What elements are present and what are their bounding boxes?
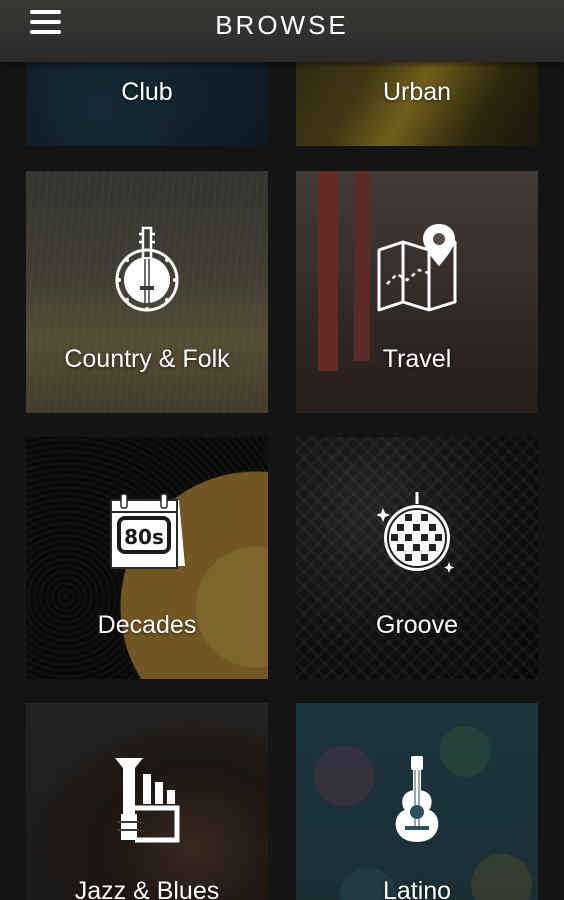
tile-label: Jazz & Blues bbox=[74, 877, 220, 900]
disco-ball-icon bbox=[377, 492, 454, 573]
tile-label: Decades bbox=[97, 611, 197, 639]
tile-label: Club bbox=[121, 78, 173, 106]
tile-jazz-blues[interactable]: Jazz & Blues bbox=[26, 703, 268, 900]
tile-groove[interactable]: Groove bbox=[296, 437, 538, 679]
tile-label: Country & Folk bbox=[64, 345, 230, 373]
top-bar: BROWSE bbox=[0, 0, 564, 62]
tile-label: Latino bbox=[382, 877, 452, 900]
svg-text:80s: 80s bbox=[124, 525, 164, 549]
page-title: BROWSE bbox=[215, 10, 349, 40]
calendar-80s-icon: 80s bbox=[110, 493, 185, 569]
guitar-icon bbox=[395, 756, 439, 842]
browse-screen: Club Urban Country & Folk Travel 80s Dec… bbox=[0, 0, 564, 900]
banjo-icon bbox=[115, 226, 179, 312]
tile-latino[interactable]: Latino bbox=[296, 703, 538, 900]
tile-decades[interactable]: 80s Decades bbox=[26, 437, 268, 679]
tile-country-folk[interactable]: Country & Folk bbox=[26, 171, 268, 413]
tile-label: Groove bbox=[376, 611, 458, 639]
trumpet-icon bbox=[115, 758, 180, 843]
map-pin-icon bbox=[377, 224, 457, 312]
tile-label: Urban bbox=[382, 78, 452, 106]
tile-label: Travel bbox=[382, 345, 452, 373]
tile-travel[interactable]: Travel bbox=[296, 171, 538, 413]
